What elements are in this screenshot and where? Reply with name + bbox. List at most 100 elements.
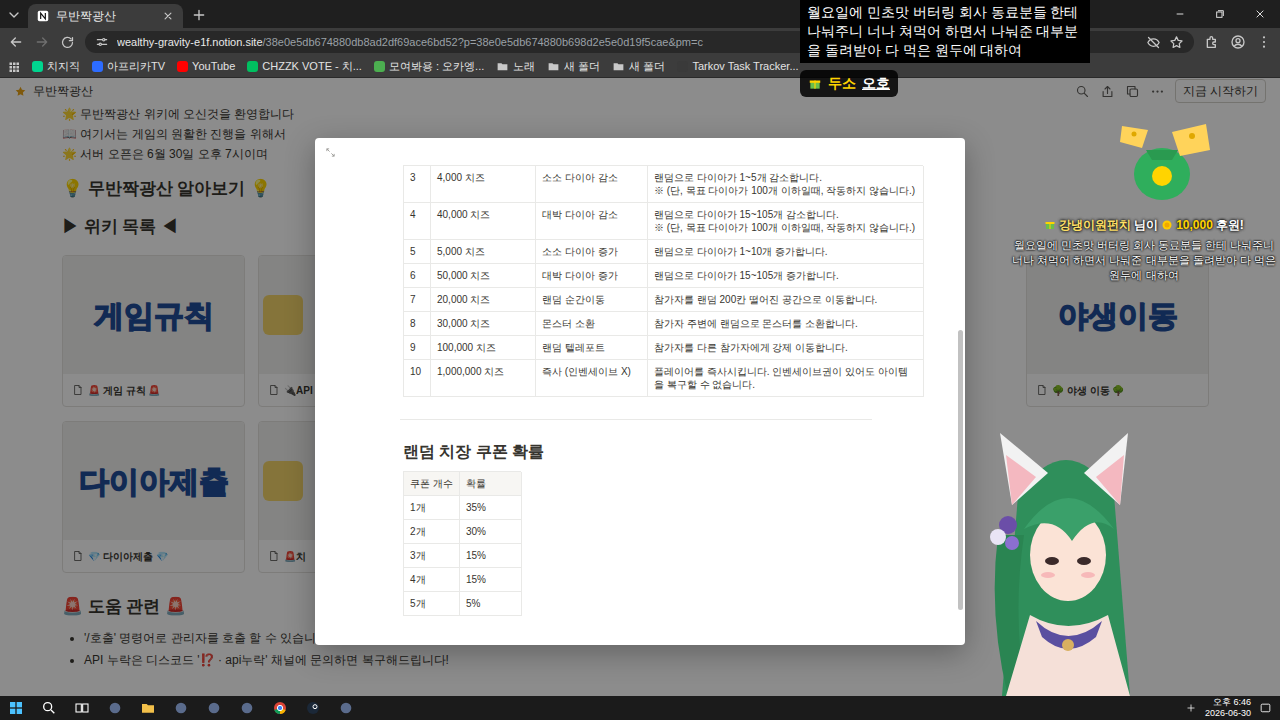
bookmark-item[interactable]: 노래 [496,58,535,75]
forward-icon[interactable] [34,34,50,50]
badge-icon [808,77,822,91]
tray-icon[interactable] [1185,702,1197,714]
row-desc-line: 랜덤으로 다이아가 1~5개 감소합니다. [654,171,917,184]
item-row: 34,000 치즈소소 다이아 감소랜덤으로 다이아가 1~5개 감소합니다.※… [404,166,923,203]
row-desc-line: ※ (단, 목표 다이아가 100개 이하일때, 작동하지 않습니다.) [654,221,917,234]
row-number: 7 [404,288,431,312]
bookmark-label: Tarkov Task Tracker... [692,58,798,75]
bookmark-item[interactable]: 모여봐용 : 오카엥... [374,58,484,75]
donation-message: 월요일에 민초맛 버터링 회사 동료분들 한테 나눠주니 너나 쳐먹어 하면서 … [1012,238,1276,283]
item-table: 34,000 치즈소소 다이아 감소랜덤으로 다이아가 1~5개 감소합니다.※… [403,165,923,397]
back-icon[interactable] [8,34,24,50]
steam-icon[interactable] [305,700,321,716]
bookmark-item[interactable]: 새 폴더 [547,58,600,75]
item-row: 9100,000 치즈랜덤 텔레포트참가자를 다른 참가자에게 강제 이동합니다… [404,336,923,360]
coupon-cell: 5% [460,592,522,616]
item-row: 650,000 치즈대박 다이아 증가랜덤으로 다이아가 15~105개 증가합… [404,264,923,288]
row-number: 8 [404,312,431,336]
row-name: 랜덤 텔레포트 [536,336,648,360]
chrome-icon[interactable] [272,700,288,716]
bookmark-label: 모여봐용 : 오카엥... [389,58,484,75]
row-cost: 50,000 치즈 [431,264,536,288]
close-window-icon[interactable] [1240,0,1280,28]
row-name: 대박 다이아 감소 [536,203,648,240]
site-favicon-icon [92,61,103,72]
profile-icon[interactable] [1230,34,1246,50]
new-tab-icon[interactable] [191,7,207,23]
row-desc: 플레이어를 즉사시킵니다. 인벤세이브권이 있어도 아이템을 복구할 수 없습니… [648,360,924,397]
bookmark-label: YouTube [192,58,235,75]
app-icon[interactable] [206,700,222,716]
bookmark-label: CHZZK VOTE - 치... [262,58,362,75]
row-cost: 30,000 치즈 [431,312,536,336]
row-desc-line: 참가자 주변에 랜덤으로 몬스터를 소환합니다. [654,317,917,330]
row-desc: 랜덤으로 다이아가 1~5개 감소합니다.※ (단, 목표 다이아가 100개 … [648,166,924,203]
coupon-cell: 4개 [404,568,460,592]
coupon-cell: 3개 [404,544,460,568]
divider [400,419,872,420]
badge-name: 두소 [828,73,856,94]
bookmark-item[interactable]: 새 폴더 [612,58,665,75]
bookmark-star-icon[interactable] [1169,35,1184,50]
coupon-row: 2개30% [404,520,521,544]
donation-alert: 강냉이원펀치님이10,000후원!월요일에 민초맛 버터링 회사 동료분들 한테… [1012,216,1276,283]
app-icon[interactable] [173,700,189,716]
reload-icon[interactable] [60,35,75,50]
row-desc: 랜덤으로 다이아가 15~105개 증가합니다. [648,264,924,288]
coupon-heading: 랜덤 치장 쿠폰 확률 [403,442,965,462]
restore-icon[interactable] [1200,0,1240,28]
coupon-header: 쿠폰 개수확률 [404,472,521,496]
modal-content: 34,000 치즈소소 다이아 감소랜덤으로 다이아가 1~5개 감소합니다.※… [315,138,965,616]
task-view-icon[interactable] [74,700,90,716]
coupon-table: 쿠폰 개수확률1개35%2개30%3개15%4개15%5개5% [403,471,521,616]
bookmark-label: 아프리카TV [107,58,165,75]
row-cost: 5,000 치즈 [431,240,536,264]
coupon-cell: 1개 [404,496,460,520]
row-cost: 1,000,000 치즈 [431,360,536,397]
copilot-icon[interactable] [107,700,123,716]
file-explorer-icon[interactable] [140,700,156,716]
row-name: 랜덤 순간이동 [536,288,648,312]
app-icon[interactable] [338,700,354,716]
bookmark-item[interactable]: 아프리카TV [92,58,165,75]
start-icon[interactable] [8,700,24,716]
menu-icon[interactable] [1256,34,1272,50]
streamer-avatar-icon [978,425,1153,696]
scrollbar-thumb[interactable] [958,330,963,610]
site-info-icon[interactable] [95,35,109,49]
site-favicon-icon [32,61,43,72]
donation-label: 후원! [1216,216,1244,234]
coupon-column: 확률 [460,472,522,496]
folder-icon [612,60,625,73]
site-favicon-icon [677,61,688,72]
bookmark-item[interactable]: CHZZK VOTE - 치... [247,58,362,75]
coin-icon [1161,219,1173,231]
row-desc-line: 랜덤으로 다이아가 1~10개 증가합니다. [654,245,917,258]
minimize-icon[interactable] [1160,0,1200,28]
site-favicon-icon [177,61,188,72]
row-number: 9 [404,336,431,360]
stream-caption: 월요일에 민초맛 버터링 회사 동료분들 한테 나눠주니 너나 쳐먹어 하면서 … [800,0,1090,63]
bookmark-item[interactable]: YouTube [177,58,235,75]
bookmark-item[interactable]: 치지직 [32,58,80,75]
extensions-icon[interactable] [1204,34,1220,50]
clock[interactable]: 오후 6:462026-06-30 [1205,697,1251,719]
coupon-cell: 5개 [404,592,460,616]
notification-icon[interactable] [1259,702,1272,715]
search-icon[interactable] [41,700,57,716]
donation-suffix: 님이 [1134,216,1158,234]
app-icon[interactable] [239,700,255,716]
tab-search-chevron-icon[interactable] [6,7,22,23]
expand-icon[interactable] [325,147,336,158]
eye-off-icon[interactable] [1146,35,1161,50]
apps-grid-icon[interactable] [8,61,20,73]
bookmark-item[interactable]: Tarkov Task Tracker... [677,58,798,75]
cheese-money-bag-icon [1112,112,1222,207]
row-cost: 4,000 치즈 [431,166,536,203]
page-modal: 34,000 치즈소소 다이아 감소랜덤으로 다이아가 1~5개 감소합니다.※… [315,138,965,645]
row-desc: 참가자 주변에 랜덤으로 몬스터를 소환합니다. [648,312,924,336]
tab-close-icon[interactable] [161,9,175,23]
row-desc-line: 참가자를 랜덤 200칸 떨어진 공간으로 이동합니다. [654,293,917,306]
item-row: 720,000 치즈랜덤 순간이동참가자를 랜덤 200칸 떨어진 공간으로 이… [404,288,923,312]
browser-tab[interactable]: 무반짝광산 [28,4,183,28]
